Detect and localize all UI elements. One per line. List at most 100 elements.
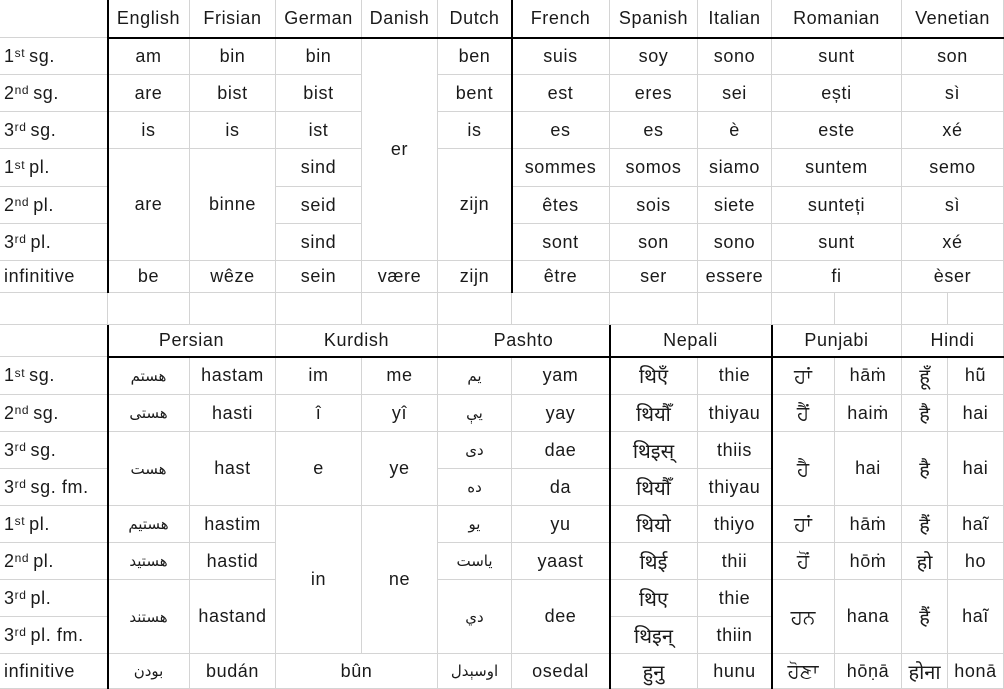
native-script-cell[interactable]: هستید [108, 543, 190, 580]
transliteration-cell[interactable]: osedal [512, 654, 610, 689]
transliteration-cell[interactable]: dee [512, 580, 610, 654]
row-label[interactable]: 2nd sg. [0, 395, 108, 432]
verb-form-cell[interactable]: bent [438, 75, 512, 112]
native-script-cell[interactable]: थिए [610, 580, 698, 617]
empty-cell[interactable] [512, 293, 610, 325]
transliteration-cell[interactable]: thie [698, 357, 772, 395]
native-script-cell[interactable]: بودن [108, 654, 190, 689]
native-script-cell[interactable]: يې [438, 395, 512, 432]
transliteration-cell[interactable]: hai [835, 432, 902, 506]
transliteration-cell[interactable]: me [362, 357, 438, 395]
transliteration-cell[interactable]: hana [835, 580, 902, 654]
native-script-cell[interactable]: ਹਾਂ [772, 357, 835, 395]
column-header-dutch[interactable]: Dutch [438, 0, 512, 38]
verb-form-cell[interactable]: sommes [512, 149, 610, 187]
column-header-french[interactable]: French [512, 0, 610, 38]
native-script-cell[interactable]: थिई [610, 543, 698, 580]
row-label[interactable]: 1st sg. [0, 38, 108, 75]
transliteration-cell[interactable]: yaast [512, 543, 610, 580]
empty-cell[interactable] [276, 293, 362, 325]
transliteration-cell[interactable]: hāṁ [835, 357, 902, 395]
transliteration-cell[interactable]: hastim [190, 506, 276, 543]
transliteration-cell[interactable]: hasti [190, 395, 276, 432]
row-label[interactable]: 1st sg. [0, 357, 108, 395]
transliteration-cell[interactable]: thiyau [698, 395, 772, 432]
row-label[interactable]: 3rd pl. fm. [0, 617, 108, 654]
row-label[interactable]: 1st pl. [0, 506, 108, 543]
column-header-frisian[interactable]: Frisian [190, 0, 276, 38]
native-script-cell[interactable]: है [902, 395, 948, 432]
verb-form-cell[interactable]: binne [190, 149, 276, 261]
native-script-cell[interactable]: हैं [902, 580, 948, 654]
empty-cell[interactable] [902, 293, 948, 325]
native-script-cell[interactable]: थिइस् [610, 432, 698, 469]
native-script-cell[interactable]: थियो [610, 506, 698, 543]
verb-form-cell[interactable]: este [772, 112, 902, 149]
verb-form-cell[interactable]: sei [698, 75, 772, 112]
empty-cell[interactable] [772, 293, 835, 325]
transliteration-cell[interactable]: haĩ [948, 506, 1004, 543]
verb-form-cell[interactable]: èser [902, 261, 1004, 293]
verb-form-cell[interactable]: bist [276, 75, 362, 112]
verb-form-cell[interactable]: est [512, 75, 610, 112]
column-header-punjabi[interactable]: Punjabi [772, 325, 902, 357]
row-label[interactable]: 3rd pl. [0, 224, 108, 261]
row-label[interactable]: infinitive [0, 261, 108, 293]
transliteration-cell[interactable]: thiyo [698, 506, 772, 543]
row-label[interactable]: 3rd sg. [0, 432, 108, 469]
column-header-pashto[interactable]: Pashto [438, 325, 610, 357]
verb-form-cell[interactable]: sois [610, 187, 698, 224]
native-script-cell[interactable]: ده [438, 469, 512, 506]
verb-form-cell[interactable]: xé [902, 224, 1004, 261]
corner-cell[interactable] [0, 325, 108, 357]
verb-form-cell[interactable]: son [902, 38, 1004, 75]
row-label[interactable]: 2nd pl. [0, 187, 108, 224]
empty-cell[interactable] [108, 293, 190, 325]
column-header-romanian[interactable]: Romanian [772, 0, 902, 38]
column-header-danish[interactable]: Danish [362, 0, 438, 38]
verb-form-cell[interactable]: is [438, 112, 512, 149]
verb-form-cell[interactable]: sono [698, 224, 772, 261]
verb-form-cell[interactable]: essere [698, 261, 772, 293]
native-script-cell[interactable]: اوسېدل [438, 654, 512, 689]
transliteration-cell[interactable]: hastam [190, 357, 276, 395]
column-header-english[interactable]: English [108, 0, 190, 38]
column-header-kurdish[interactable]: Kurdish [276, 325, 438, 357]
empty-cell[interactable] [190, 293, 276, 325]
native-script-cell[interactable]: هستند [108, 580, 190, 654]
transliteration-cell[interactable]: î [276, 395, 362, 432]
native-script-cell[interactable]: ਹਨ [772, 580, 835, 654]
verb-form-cell[interactable]: suis [512, 38, 610, 75]
row-label[interactable]: 2nd pl. [0, 543, 108, 580]
verb-form-cell[interactable]: sì [902, 75, 1004, 112]
transliteration-cell[interactable]: hastand [190, 580, 276, 654]
empty-cell[interactable] [438, 293, 512, 325]
verb-form-cell[interactable]: sunt [772, 38, 902, 75]
transliteration-cell[interactable]: hai [948, 395, 1004, 432]
native-script-cell[interactable]: है [902, 432, 948, 506]
transliteration-cell[interactable]: thiin [698, 617, 772, 654]
native-script-cell[interactable]: دی [438, 432, 512, 469]
native-script-cell[interactable]: ਹੋਂ [772, 543, 835, 580]
empty-cell[interactable] [610, 293, 698, 325]
native-script-cell[interactable]: थिएँ [610, 357, 698, 395]
transliteration-cell[interactable]: thii [698, 543, 772, 580]
transliteration-cell[interactable]: hōṁ [835, 543, 902, 580]
verb-form-cell[interactable]: sunteți [772, 187, 902, 224]
verb-form-cell[interactable]: sono [698, 38, 772, 75]
native-script-cell[interactable]: ਹੈਂ [772, 395, 835, 432]
verb-form-cell[interactable]: sind [276, 149, 362, 187]
transliteration-cell[interactable]: ye [362, 432, 438, 506]
row-label[interactable]: infinitive [0, 654, 108, 689]
transliteration-cell[interactable]: ne [362, 506, 438, 654]
verb-form-cell[interactable]: er [362, 38, 438, 261]
native-script-cell[interactable]: يم [438, 357, 512, 395]
verb-form-cell[interactable]: are [108, 75, 190, 112]
empty-cell[interactable] [362, 293, 438, 325]
verb-form-cell[interactable]: xé [902, 112, 1004, 149]
native-script-cell[interactable]: هستی [108, 395, 190, 432]
verb-form-cell[interactable]: ser [610, 261, 698, 293]
verb-form-cell[interactable]: sind [276, 224, 362, 261]
native-script-cell[interactable]: होना [902, 654, 948, 689]
verb-form-cell[interactable]: wêze [190, 261, 276, 293]
